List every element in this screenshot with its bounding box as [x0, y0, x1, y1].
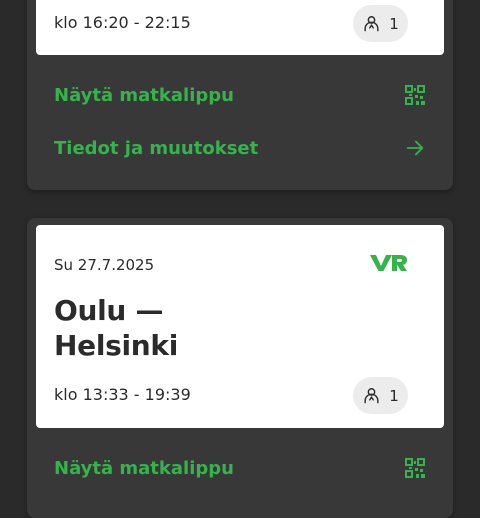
details-label: Tiedot ja muutokset	[54, 137, 259, 159]
qr-code-icon	[405, 85, 425, 105]
trip-route: Oulu — Helsinki	[54, 293, 178, 363]
details-and-changes-link[interactable]: Tiedot ja muutokset	[54, 137, 426, 159]
ticket-summary[interactable]: klo 16:20 - 22:15 1	[36, 0, 444, 55]
passenger-count-badge: 1	[353, 377, 408, 414]
person-icon	[364, 388, 379, 404]
show-ticket-link[interactable]: Näytä matkalippu	[54, 84, 426, 106]
arrow-right-icon	[406, 140, 424, 156]
trip-time: klo 13:33 - 19:39	[54, 385, 191, 404]
ticket-summary[interactable]: Su 27.7.2025 Oulu — Helsinki klo 13:33 -…	[36, 225, 444, 428]
qr-code-icon	[405, 458, 425, 478]
show-ticket-link[interactable]: Näytä matkalippu	[54, 457, 426, 479]
trip-date: Su 27.7.2025	[54, 256, 155, 274]
trip-card: klo 16:20 - 22:15 1 Näytä matkalippu Tie…	[27, 0, 453, 190]
show-ticket-label: Näytä matkalippu	[54, 84, 234, 106]
passenger-count-badge: 1	[353, 5, 408, 42]
passenger-count: 1	[389, 14, 399, 33]
trip-time: klo 16:20 - 22:15	[54, 13, 191, 32]
show-ticket-label: Näytä matkalippu	[54, 457, 234, 479]
passenger-count: 1	[389, 386, 399, 405]
vr-logo	[370, 255, 407, 271]
route-origin: Oulu —	[54, 294, 164, 327]
person-icon	[364, 16, 379, 32]
route-destination: Helsinki	[54, 329, 179, 362]
trip-card: Su 27.7.2025 Oulu — Helsinki klo 13:33 -…	[27, 218, 453, 518]
